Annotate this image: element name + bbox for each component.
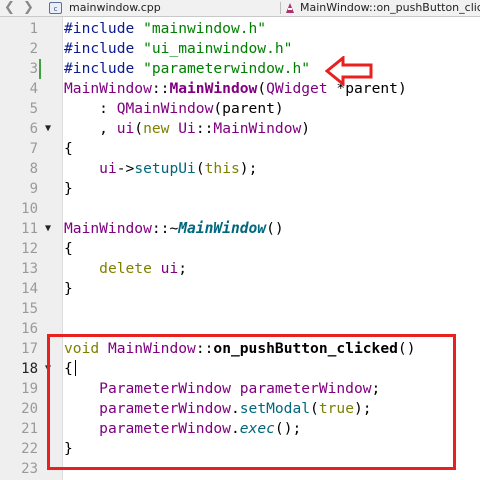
code-line-2: #include "ui_mainwindow.h" [64,40,293,57]
code-line-9: } [64,180,73,197]
highlight-box [47,334,456,470]
code-line-12: { [64,240,73,257]
code-line-7: { [64,140,73,157]
code-line-14: } [64,280,73,297]
code-line-13: delete ui; [99,260,188,277]
code-line-5: : QMainWindow(parent) [64,100,284,117]
code-line-8: ui->setupUi(this); [99,160,258,177]
code-line-3: #include "parameterwindow.h" [64,60,311,77]
code-line-11: MainWindow::~MainWindow() [64,220,284,237]
red-arrow-icon [325,56,373,86]
code-line-1: #include "mainwindow.h" [64,20,267,37]
code-line-6: , ui(new Ui::MainWindow) [64,120,311,137]
